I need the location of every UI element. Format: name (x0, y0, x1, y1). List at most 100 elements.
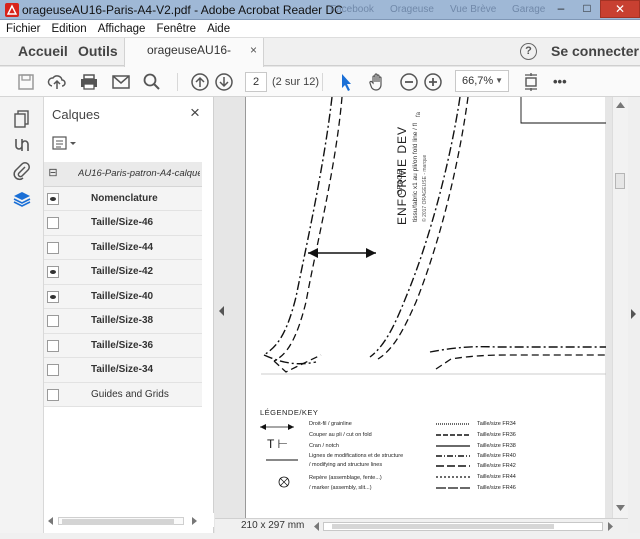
upload-icon[interactable] (47, 72, 67, 92)
scroll-thumb[interactable] (332, 524, 554, 529)
legend-item: / modifying and structure lines (309, 462, 383, 468)
acrobat-icon (5, 3, 19, 17)
help-button[interactable]: ? (520, 43, 537, 60)
scroll-track[interactable] (58, 517, 184, 525)
scroll-up-icon[interactable] (616, 101, 625, 108)
document-view[interactable]: ORAGE ENFORME DEV tissu/fabric x1 au pli… (215, 97, 612, 518)
layers-icon[interactable] (12, 189, 32, 209)
zoom-in-icon[interactable] (423, 72, 443, 92)
more-icon[interactable]: ••• (553, 74, 577, 94)
layer-checkbox[interactable] (47, 339, 59, 352)
layer-row[interactable]: Guides and Grids (44, 382, 202, 407)
right-pane-toggle[interactable] (628, 97, 640, 533)
page-number-input[interactable]: 2 (245, 72, 267, 92)
tab-bar: Accueil Outils orageuseAU16-Paris-... × … (0, 38, 640, 82)
layer-row[interactable]: Taille/Size-46 (44, 211, 202, 236)
layer-label: Taille/Size-38 (91, 315, 154, 326)
pattern-letter: fa (416, 111, 422, 117)
vertical-scrollbar[interactable] (612, 97, 628, 518)
background-tab: Garage (512, 4, 546, 15)
minimize-button[interactable]: – (548, 0, 574, 18)
layer-label: Taille/Size-40 (91, 290, 154, 302)
layer-checkbox[interactable] (47, 241, 59, 254)
legend-item: Lignes de modifications et de structure (309, 453, 404, 459)
mail-icon[interactable] (111, 72, 131, 92)
page-up-icon[interactable] (190, 72, 210, 92)
close-icon[interactable]: × (190, 103, 200, 123)
layer-label: Taille/Size-36 (91, 339, 154, 351)
zoom-value: 66,7% (462, 75, 494, 87)
panel-title: Calques (52, 107, 100, 122)
zoom-select[interactable]: 66,7% ▼ (455, 70, 509, 92)
layer-checkbox[interactable] (47, 364, 59, 376)
scroll-thumb[interactable] (615, 173, 625, 189)
status-bar: 210 x 297 mm (215, 518, 628, 533)
layer-row[interactable]: Taille/Size-38 (44, 309, 202, 334)
print-icon[interactable] (79, 72, 99, 92)
menu-fenetre[interactable]: Fenêtre (150, 20, 201, 35)
fit-page-icon[interactable] (521, 72, 541, 92)
signin-button[interactable]: Se connecter (551, 43, 639, 59)
menu-edition[interactable]: Edition (46, 20, 92, 35)
collapse-panel-icon[interactable] (218, 306, 226, 316)
collapse-icon[interactable]: ⊟ (47, 168, 59, 180)
scroll-left-icon[interactable] (313, 522, 320, 531)
layer-root[interactable]: ⊟ AU16-Paris-patron-A4-calques.pdf (44, 162, 202, 187)
search-icon[interactable] (142, 72, 162, 92)
zoom-out-icon[interactable] (399, 72, 419, 92)
menu-aide[interactable]: Aide (201, 20, 235, 35)
layer-root-label: AU16-Paris-patron-A4-calques.pdf (78, 168, 200, 179)
background-tab: Vue Brève (450, 4, 497, 15)
legend-size: Taille/size FR36 (477, 432, 516, 438)
layers-panel: Calques × ⊟ AU16-Paris-patron-A4-calques.… (44, 97, 214, 533)
options-icon[interactable] (52, 135, 78, 151)
layer-row[interactable]: Taille/Size-44 (44, 235, 202, 260)
scroll-right-icon[interactable] (607, 522, 614, 531)
tab-tools[interactable]: Outils (78, 38, 118, 66)
legend-title: LÉGENDE/KEY (260, 408, 319, 417)
legend-size: Taille/size FR38 (477, 443, 516, 449)
save-icon[interactable] (16, 72, 36, 92)
background-tab: Facebook (330, 4, 374, 15)
notch-symbol: T ⊢ (267, 437, 288, 451)
legend-item: Cran / notch (309, 443, 339, 449)
panel-horizontal-scrollbar[interactable] (44, 513, 214, 527)
paperclip-icon[interactable] (12, 161, 32, 181)
layer-row[interactable]: Taille/Size-42 (44, 260, 202, 285)
scroll-down-icon[interactable] (616, 505, 625, 512)
layer-row[interactable]: Taille/Size-34 (44, 358, 202, 383)
layer-checkbox[interactable] (47, 388, 59, 401)
maximize-button[interactable]: □ (574, 0, 600, 18)
menu-affichage[interactable]: Affichage (92, 20, 151, 35)
menu-fichier[interactable]: Fichier (0, 20, 46, 35)
page-down-icon[interactable] (214, 72, 234, 92)
toolbar: 2 (2 sur 12) 66,7% ▼ ••• (0, 67, 640, 97)
select-arrow-icon[interactable] (336, 72, 356, 92)
tab-home[interactable]: Accueil (18, 38, 68, 66)
layer-row[interactable]: Nomenclature (44, 186, 202, 211)
layer-checkbox[interactable] (47, 217, 59, 229)
layer-row[interactable]: Taille/Size-40 (44, 284, 202, 309)
attach-icon[interactable] (12, 135, 32, 155)
chevron-down-icon: ▼ (495, 76, 503, 85)
window-bottom-edge (0, 533, 640, 539)
expand-right-icon[interactable] (630, 309, 637, 319)
eye-icon[interactable] (47, 192, 59, 205)
close-tab-button[interactable]: × (250, 38, 257, 63)
scroll-left-icon[interactable] (47, 517, 55, 525)
scroll-right-icon[interactable] (190, 517, 198, 525)
layer-checkbox[interactable] (47, 315, 59, 327)
pages-icon[interactable] (12, 109, 32, 129)
layer-row[interactable]: Taille/Size-36 (44, 333, 202, 358)
left-rail (0, 97, 44, 533)
eye-icon[interactable] (47, 266, 59, 278)
eye-icon[interactable] (47, 290, 59, 303)
horizontal-scrollbar[interactable] (323, 522, 603, 531)
pattern-piece-name: ENFORME DEV (395, 125, 409, 225)
hand-icon[interactable] (367, 72, 387, 92)
close-window-button[interactable]: ✕ (600, 0, 640, 18)
legend-size: Taille/size FR34 (477, 421, 516, 427)
legend-item: Couper au pli / cut on fold (309, 432, 372, 438)
tab-document[interactable]: orageuseAU16-Paris-... × (124, 38, 264, 82)
scroll-thumb[interactable] (62, 519, 174, 525)
